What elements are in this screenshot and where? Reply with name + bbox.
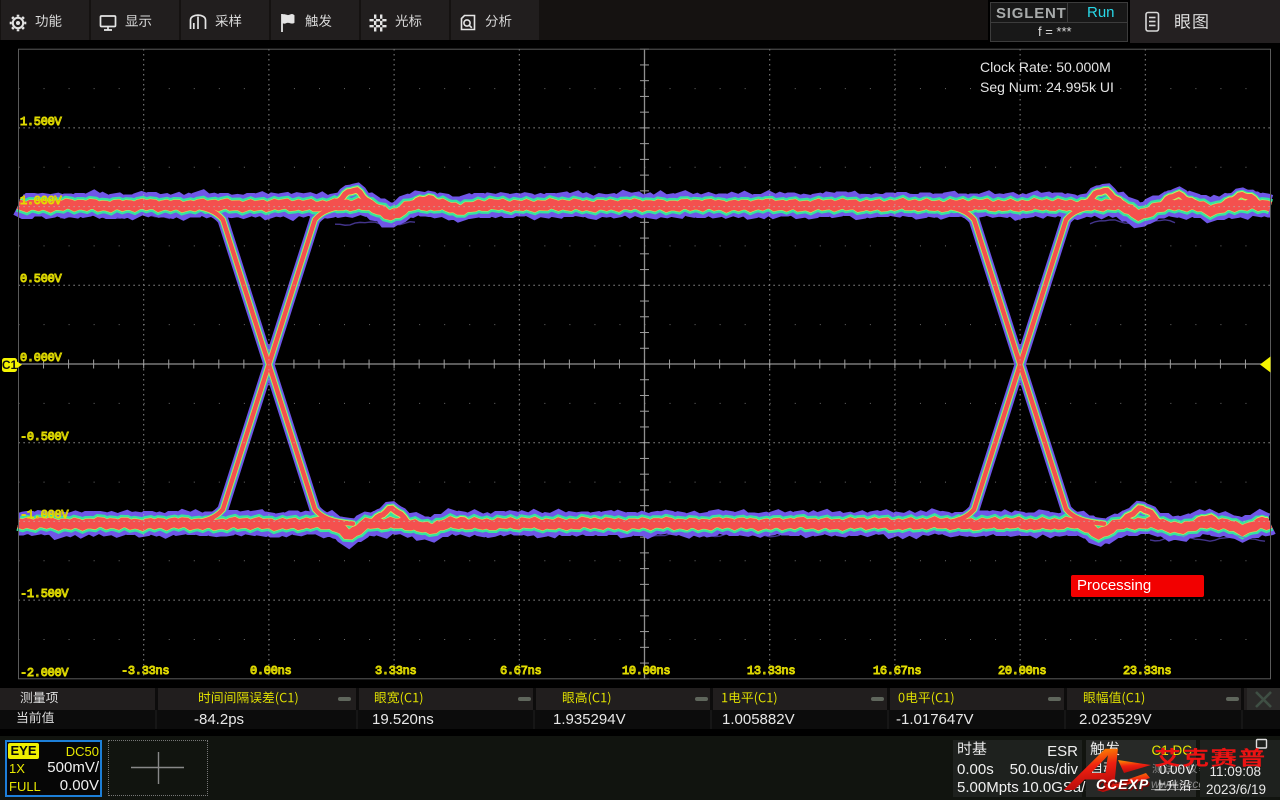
svg-text:C1: C1: [2, 358, 18, 372]
